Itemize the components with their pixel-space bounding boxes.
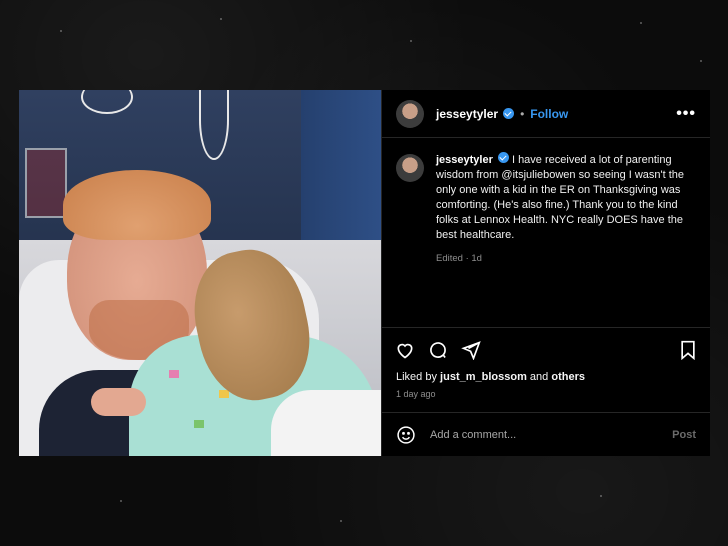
likes-summary: Liked by just_m_blossom and others	[396, 371, 585, 383]
post-caption: jesseytyler I have received a lot of par…	[382, 138, 710, 266]
background-speck	[600, 495, 602, 497]
post-actions	[382, 327, 710, 371]
share-icon[interactable]	[461, 340, 481, 360]
caption-age[interactable]: 1d	[471, 253, 482, 264]
caption-text: I have received a lot of parenting wisdo…	[436, 154, 685, 241]
verified-badge-icon	[503, 108, 515, 119]
photo-blanket	[271, 390, 381, 456]
header-separator: •	[520, 106, 525, 121]
bookmark-icon[interactable]	[679, 340, 697, 360]
comment-bar: Add a comment... Post	[382, 412, 710, 456]
caption-username[interactable]: jesseytyler	[436, 154, 493, 166]
avatar-icon[interactable]	[396, 99, 424, 128]
photo-man-hair	[63, 170, 211, 240]
background-speck	[410, 40, 412, 42]
avatar-icon[interactable]	[396, 154, 424, 182]
background-speck	[340, 520, 342, 522]
edited-label: Edited	[436, 253, 463, 264]
instagram-post: jesseytyler • Follow ••• jesseytyler I h…	[19, 90, 710, 456]
post-side-panel: jesseytyler • Follow ••• jesseytyler I h…	[381, 90, 710, 456]
background-speck	[120, 500, 122, 502]
comment-input[interactable]: Add a comment...	[430, 429, 516, 441]
caption-meta: Edited · 1d	[436, 251, 696, 266]
meta-separator: ·	[465, 253, 469, 264]
likes-prefix: Liked by	[396, 371, 437, 383]
background-speck	[220, 18, 222, 20]
post-photo[interactable]	[19, 90, 381, 456]
comment-icon[interactable]	[428, 340, 448, 360]
post-comment-button[interactable]: Post	[672, 429, 696, 441]
header-username[interactable]: jesseytyler	[436, 107, 498, 121]
emoji-icon[interactable]	[396, 425, 416, 445]
post-timestamp[interactable]: 1 day ago	[396, 389, 436, 399]
caption-body: jesseytyler I have received a lot of par…	[436, 152, 696, 266]
photo-child-hand	[91, 388, 146, 416]
more-options-icon[interactable]: •••	[676, 105, 696, 123]
heart-icon[interactable]	[395, 340, 415, 360]
background-speck	[60, 30, 62, 32]
background-speck	[700, 60, 702, 62]
post-header: jesseytyler • Follow •••	[382, 90, 710, 138]
background-speck	[640, 22, 642, 24]
verified-badge-icon	[497, 152, 509, 163]
pajama-pattern	[194, 420, 204, 428]
photo-bed-rail	[25, 148, 67, 218]
likes-others[interactable]: others	[551, 371, 585, 383]
likes-user[interactable]: just_m_blossom	[440, 371, 527, 383]
follow-button[interactable]: Follow	[530, 107, 568, 121]
pajama-pattern	[169, 370, 179, 378]
likes-conj: and	[529, 371, 549, 383]
